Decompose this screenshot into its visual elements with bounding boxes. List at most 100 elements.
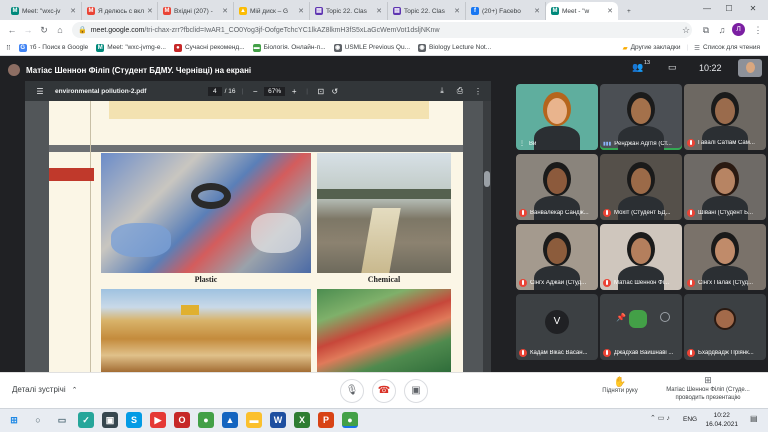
minimize-button[interactable]: — [700, 3, 714, 15]
forward-icon[interactable]: → [22, 24, 34, 36]
tile-more-icon[interactable]: ⋮ [519, 140, 525, 147]
leave-call-button[interactable]: ☎ [372, 379, 396, 403]
task-view-icon[interactable]: ▭ [54, 412, 70, 428]
participant-tile[interactable]: ▮▮▮ Ренджан Адітія (Ст... [600, 84, 682, 150]
star-icon[interactable]: ☆ [680, 24, 692, 36]
other-bookmarks[interactable]: Другие закладки [631, 44, 681, 51]
tab-8[interactable]: M Meet - "w ✕ [546, 2, 618, 20]
system-clock[interactable]: 10:22 16.04.2021 [705, 411, 738, 429]
tab-close-icon[interactable]: ✕ [373, 7, 382, 15]
mic-muted-icon [603, 279, 611, 287]
tab-close-icon[interactable]: ✕ [67, 7, 76, 15]
bookmark-item[interactable]: Gтб - Поиск в Google [18, 43, 88, 52]
chrome-active-icon[interactable]: ● [342, 412, 358, 428]
participant-tile[interactable]: V Кадам Вікас Васан... [516, 294, 598, 360]
tab-5[interactable]: ▤ Topic 22. Clas ✕ [310, 2, 388, 20]
tab-3[interactable]: M Вхідні (207) - ✕ [158, 2, 234, 20]
maximize-button[interactable]: ☐ [722, 3, 736, 15]
bookmark-item[interactable]: ● Сучасні рекоменд... [173, 43, 245, 52]
participant-tile[interactable]: Бхардвадж Пріянк... [684, 294, 766, 360]
pdf-zoom[interactable]: 67% [264, 86, 286, 96]
participant-tile[interactable]: Сінгх Аджай (Студ... [516, 224, 598, 290]
notifications-icon[interactable]: ▤ [750, 414, 758, 423]
tab-7[interactable]: f (20+) Facebo ✕ [466, 2, 546, 20]
participant-tile[interactable]: Матіас Шеннон Фі... [600, 224, 682, 290]
speaking-indicator-icon: ▮▮▮ [603, 141, 612, 147]
search-icon[interactable]: ○ [30, 412, 46, 428]
download-icon[interactable]: ⤓ [435, 86, 449, 96]
address-bar[interactable]: 🔒 meet.google.com/tri-chax-zrr?fbclid=Iw… [72, 22, 692, 38]
people-icon[interactable]: 👥 [632, 62, 643, 73]
tile-options-icon[interactable] [660, 312, 670, 322]
bookmark-item[interactable]: ◉ Biology Lecture Not... [418, 43, 491, 52]
present-status-button[interactable]: ⊞ Матіас Шеннон Філіп (Студе... проводит… [654, 375, 762, 402]
hamburger-icon[interactable]: ☰ [31, 87, 49, 96]
reading-list[interactable]: Список для чтения [703, 44, 760, 51]
windows-start-icon[interactable]: ⊞ [6, 412, 22, 428]
zoom-in-icon[interactable]: + [288, 87, 300, 96]
new-tab-button[interactable]: + [622, 2, 636, 20]
participant-tile[interactable]: Шівані (Студент Б... [684, 154, 766, 220]
apps-icon[interactable]: ⠿ [6, 44, 11, 52]
input-language[interactable]: ENG [683, 416, 697, 423]
menu-kebab-icon[interactable]: ⋮ [752, 24, 764, 36]
photos-icon[interactable]: ▲ [222, 412, 238, 428]
pdf-page-input[interactable]: 4 [208, 86, 222, 96]
app-icon-1[interactable]: ✓ [78, 412, 94, 428]
participant-tile[interactable]: Ванвалекар Сандж... [516, 154, 598, 220]
word-icon[interactable]: W [270, 412, 286, 428]
participant-tile[interactable]: ⋮ Ви [516, 84, 598, 150]
bookmark-item[interactable]: ▬ Біологія. Онлайн-п... [252, 43, 326, 52]
app-icon-2[interactable]: ▶ [150, 412, 166, 428]
tab-close-icon[interactable]: ✕ [295, 7, 304, 15]
meeting-details-button[interactable]: Деталі зустрічі ⌃ [12, 385, 78, 394]
fit-page-icon[interactable]: ⊡ [314, 87, 328, 96]
chevron-up-icon: ⌃ [71, 386, 78, 394]
pdf-scrollbar[interactable] [483, 101, 491, 372]
home-icon[interactable]: ⌂ [54, 24, 66, 36]
print-icon[interactable]: ⎙ [453, 86, 467, 96]
explorer-icon[interactable]: ▬ [246, 412, 262, 428]
pin-icon[interactable]: 📌 [616, 313, 626, 322]
tab-close-icon[interactable]: ✕ [531, 7, 540, 15]
camera-button[interactable]: ▣ [404, 379, 428, 403]
excel-icon[interactable]: X [294, 412, 310, 428]
extensions-icon[interactable]: ⧉ [700, 24, 712, 36]
participant-face [547, 238, 567, 264]
participant-name: Шівані (Студент Б... [698, 210, 754, 216]
media-icon[interactable]: ♫ [716, 24, 728, 36]
opera-icon[interactable]: O [174, 412, 190, 428]
tab-close-icon[interactable]: ✕ [451, 7, 460, 15]
profile-avatar[interactable]: Л [732, 23, 745, 36]
bookmark-favicon-icon: G [18, 43, 27, 52]
close-window-button[interactable]: ✕ [746, 3, 760, 15]
mic-button[interactable]: 🎙 [340, 379, 364, 403]
rotate-icon[interactable]: ↺ [328, 87, 342, 96]
participant-tile[interactable]: Сінгх Палак (Студ... [684, 224, 766, 290]
skype-icon[interactable]: S [126, 412, 142, 428]
participant-tile[interactable]: 📌 Джадхав Вайшнаві ... [600, 294, 682, 360]
zoom-out-icon[interactable]: − [249, 87, 261, 96]
participant-tile[interactable]: Мохіт (Студент БД... [600, 154, 682, 220]
powerpoint-icon[interactable]: P [318, 412, 334, 428]
participant-name: Сінгх Аджай (Студ... [530, 280, 587, 286]
participant-name-row: Сінгх Палак (Студ... [687, 279, 753, 287]
reload-icon[interactable]: ↻ [38, 24, 50, 36]
raise-hand-button[interactable]: ✋ Підняти руку [596, 377, 644, 394]
tab-close-icon[interactable]: ✕ [219, 7, 228, 15]
chrome-icon[interactable]: ● [198, 412, 214, 428]
tab-close-icon[interactable]: ✕ [604, 7, 613, 15]
store-icon[interactable]: ▣ [102, 412, 118, 428]
tab-2[interactable]: MЯ делюсь с вкл ✕ [82, 2, 158, 20]
more-icon[interactable]: ⋮ [471, 87, 485, 96]
bookmark-favicon-icon: M [96, 43, 105, 52]
back-icon[interactable]: ← [6, 24, 18, 36]
participant-tile[interactable]: Гавалі Сатіам Сам... [684, 84, 766, 150]
tab-1[interactable]: M Meet: "wxc-jv ✕ [6, 2, 82, 20]
bookmark-item[interactable]: ◉ USMLE Previous Qu... [333, 43, 410, 52]
chat-icon[interactable]: ▭ [668, 62, 677, 73]
bookmark-item[interactable]: M Meet: "wxc-jvmg-e... [96, 43, 166, 52]
tab-6[interactable]: ▤ Topic 22. Clas ✕ [388, 2, 466, 20]
tab-4[interactable]: ▲ Мій диск – G ✕ [234, 2, 310, 20]
tab-close-icon[interactable]: ✕ [144, 7, 153, 15]
